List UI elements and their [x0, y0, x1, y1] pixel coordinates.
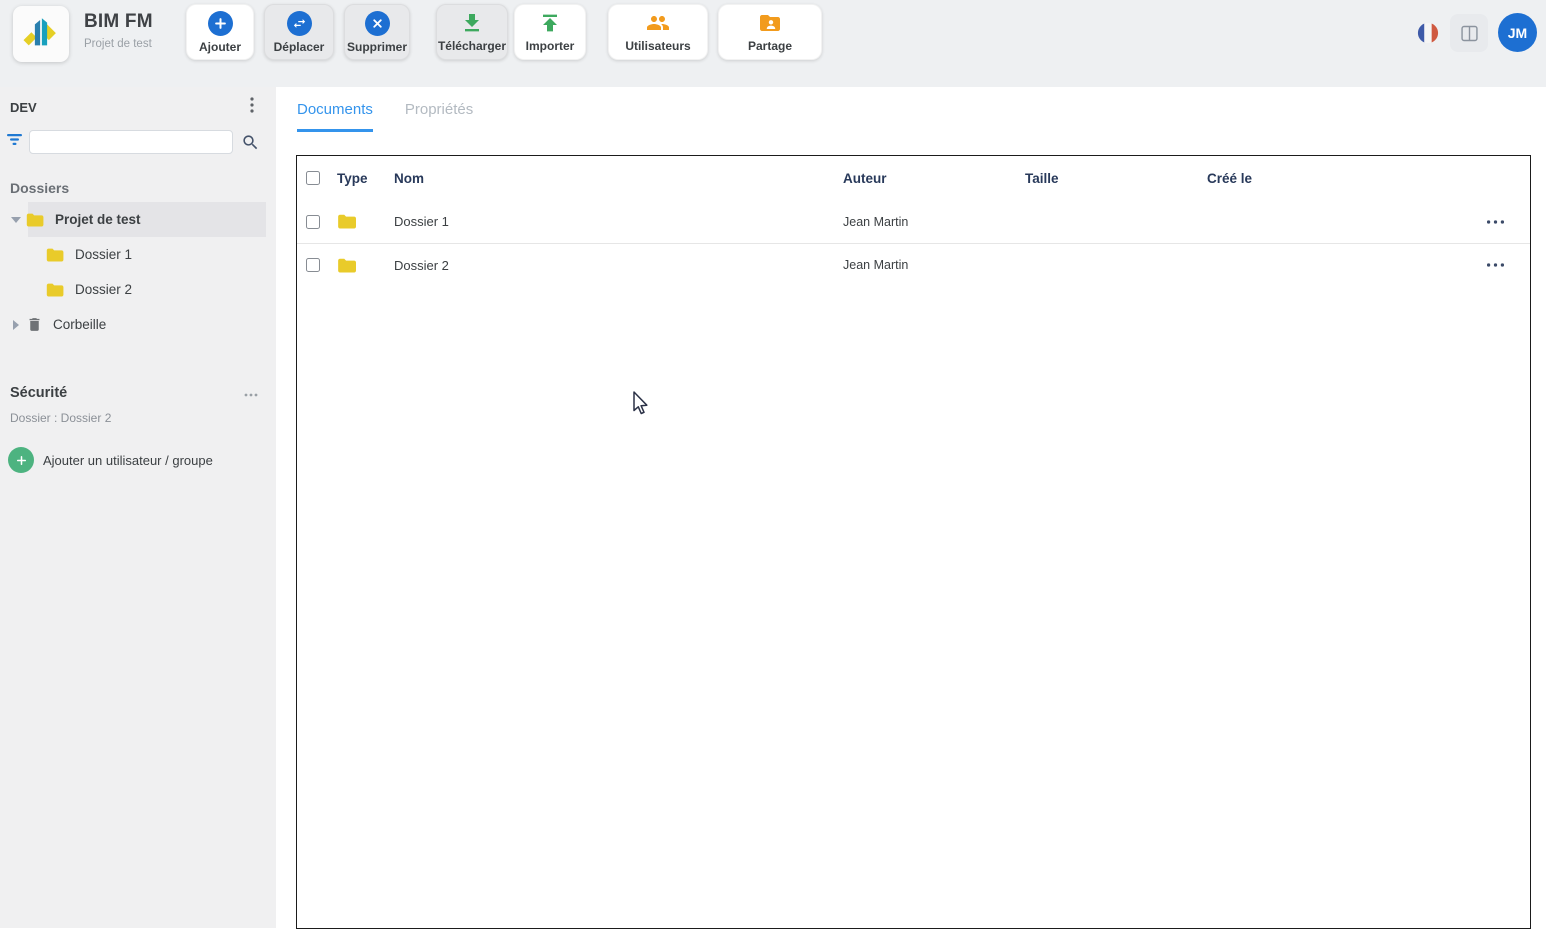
add-button[interactable]: Ajouter [186, 4, 254, 60]
tab-bar: Documents Propriétés [297, 101, 1546, 132]
security-title: Sécurité [10, 385, 68, 401]
folders-heading: Dossiers [10, 180, 70, 196]
app-header: BIM FM Projet de test Ajouter Déplacer S… [0, 0, 1546, 87]
filter-icon[interactable] [6, 133, 23, 151]
move-icon [286, 10, 312, 36]
documents-table: Type Nom Auteur Taille Créé le Dossier 1… [296, 155, 1531, 929]
download-button[interactable]: Télécharger [436, 4, 508, 60]
main-content: Documents Propriétés Type Nom Auteur Tai… [276, 87, 1546, 929]
folder-icon [26, 213, 44, 226]
language-flag-icon[interactable] [1417, 22, 1439, 44]
row-actions-icon[interactable] [1487, 263, 1504, 267]
row-author: Jean Martin [843, 214, 909, 229]
chevron-right-icon[interactable] [13, 319, 19, 330]
table-row[interactable]: Dossier 2 Jean Martin [297, 243, 1530, 286]
folder-share-icon [760, 15, 780, 31]
table-header-row: Type Nom Auteur Taille Créé le [297, 156, 1530, 200]
table-row[interactable]: Dossier 1 Jean Martin [297, 200, 1530, 243]
row-actions-icon[interactable] [1487, 219, 1504, 224]
column-header-nom: Nom [394, 170, 424, 186]
app-logo[interactable] [13, 6, 69, 62]
plus-icon [207, 10, 233, 36]
app-title-block: BIM FM Projet de test [84, 11, 153, 50]
logo-icon [23, 18, 56, 46]
tab-documents[interactable]: Documents [297, 101, 373, 132]
tree-item-projet-de-test[interactable]: Projet de test [0, 202, 276, 237]
tab-proprietes[interactable]: Propriétés [405, 101, 473, 132]
split-view-icon[interactable] [1450, 14, 1488, 52]
upload-icon [543, 14, 557, 32]
row-name: Dossier 2 [394, 257, 449, 273]
tree-item-dossier-1[interactable]: Dossier 1 [0, 237, 276, 272]
add-user-group-button[interactable]: Ajouter un utilisateur / groupe [8, 447, 276, 473]
plus-icon [8, 447, 34, 473]
users-button[interactable]: Utilisateurs [608, 4, 708, 60]
tree-item-corbeille[interactable]: Corbeille [0, 307, 276, 342]
search-input[interactable] [29, 130, 233, 154]
app-subtitle: Projet de test [84, 38, 152, 50]
column-header-taille: Taille [1025, 170, 1059, 186]
environment-label: DEV [10, 100, 37, 115]
select-all-checkbox[interactable] [306, 171, 320, 185]
folder-icon [338, 258, 356, 272]
tree-item-dossier-2[interactable]: Dossier 2 [0, 272, 276, 307]
app-title: BIM FM [84, 11, 153, 32]
folder-tree: Projet de test Dossier 1 Dossier 2 Corbe… [0, 202, 276, 342]
users-icon [647, 16, 669, 30]
column-header-type: Type [337, 170, 368, 186]
move-button[interactable]: Déplacer [264, 4, 334, 60]
delete-button[interactable]: Supprimer [344, 4, 410, 60]
add-user-group-label: Ajouter un utilisateur / groupe [43, 452, 213, 468]
download-icon [465, 14, 479, 32]
share-button[interactable]: Partage [718, 4, 822, 60]
security-menu-icon[interactable] [244, 384, 258, 402]
chevron-down-icon[interactable] [11, 216, 21, 223]
security-context: Dossier : Dossier 2 [10, 411, 112, 425]
user-avatar[interactable]: JM [1498, 13, 1537, 52]
sidebar: DEV Dossiers Projet de test Dossier 1 Do… [0, 87, 276, 928]
trash-icon [29, 318, 40, 331]
row-checkbox[interactable] [306, 214, 320, 229]
import-button[interactable]: Importer [514, 4, 586, 60]
column-header-cree-le: Créé le [1207, 170, 1253, 186]
close-icon [364, 10, 390, 36]
security-panel: Sécurité Dossier : Dossier 2 Ajouter un … [0, 384, 276, 473]
column-header-auteur: Auteur [843, 170, 887, 186]
folder-icon [46, 248, 64, 261]
sidebar-menu-icon[interactable] [246, 95, 258, 120]
row-checkbox[interactable] [306, 258, 320, 272]
search-icon[interactable] [241, 133, 260, 152]
row-name: Dossier 1 [394, 214, 449, 229]
folder-icon [338, 214, 356, 229]
folder-icon [46, 283, 64, 296]
row-author: Jean Martin [843, 258, 909, 272]
